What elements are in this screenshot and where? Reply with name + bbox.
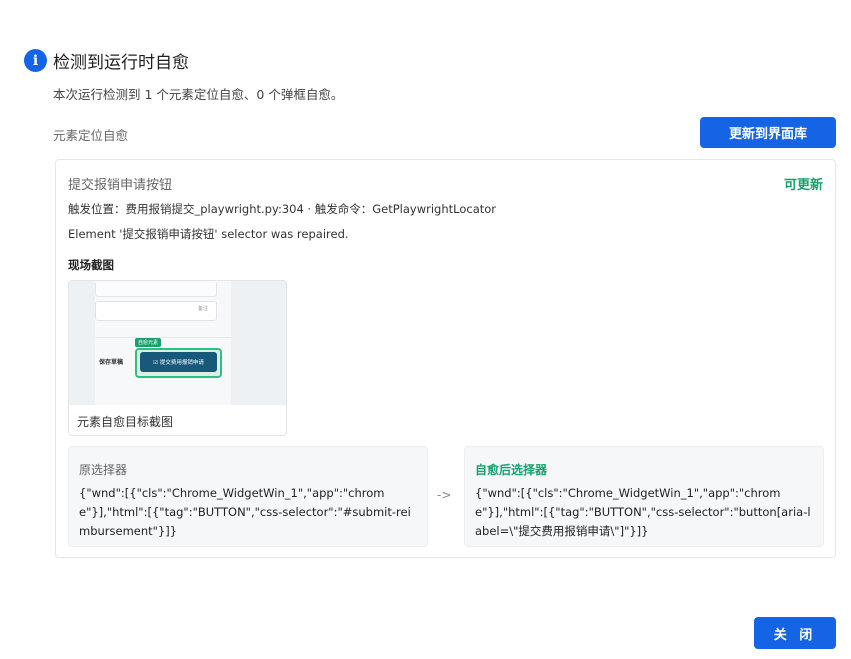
element-name: 提交报销申请按钮 (68, 178, 173, 193)
mini-divider (95, 337, 231, 338)
info-icon: i (24, 49, 47, 72)
healed-selector-panel: 自愈后选择器 {"wnd":[{"cls":"Chrome_WidgetWin_… (464, 446, 824, 547)
original-selector-value: {"wnd":[{"cls":"Chrome_WidgetWin_1","app… (79, 486, 411, 538)
screenshot-heading: 现场截图 (68, 258, 114, 272)
update-to-library-button[interactable]: 更新到界面库 (700, 117, 836, 148)
original-selector-panel: 原选择器 {"wnd":[{"cls":"Chrome_WidgetWin_1"… (68, 446, 428, 547)
mini-input-field (95, 283, 217, 297)
close-button[interactable]: 关 闭 (754, 617, 836, 649)
mini-page-background (95, 281, 231, 405)
healed-selector-label: 自愈后选择器 (475, 463, 548, 477)
trigger-location: 触发位置：费用报销提交_playwright.py:304 · 触发命令：Get… (68, 202, 497, 216)
original-selector-label: 原选择器 (79, 463, 128, 477)
healed-selector-value: {"wnd":[{"cls":"Chrome_WidgetWin_1","app… (475, 486, 811, 538)
healing-record-card: 提交报销申请按钮 可更新 触发位置：费用报销提交_playwright.py:3… (55, 159, 836, 558)
dialog-header: i 检测到运行时自愈 (24, 48, 189, 73)
screenshot-image: 备注 保存草稿 自愈元素 ☑ 提交费用报销申请 (69, 281, 286, 405)
arrow-indicator: -> (437, 488, 452, 502)
section-label: 元素定位自愈 (53, 128, 129, 143)
mini-healed-tag: 自愈元素 (135, 338, 162, 347)
screenshot-caption: 元素自愈目标截图 (77, 415, 174, 429)
mini-save-draft-label: 保存草稿 (99, 359, 124, 366)
mini-submit-button: ☑ 提交费用报销申请 (140, 352, 217, 372)
mini-note-label: 备注 (198, 306, 209, 312)
screenshot-thumbnail[interactable]: 备注 保存草稿 自愈元素 ☑ 提交费用报销申请 元素自愈目标截图 (68, 280, 287, 436)
repair-message: Element '提交报销申请按钮' selector was repaired… (68, 227, 349, 241)
dialog-title: 检测到运行时自愈 (53, 53, 189, 73)
status-badge: 可更新 (783, 178, 823, 193)
detection-summary: 本次运行检测到 1 个元素定位自愈、0 个弹框自愈。 (53, 87, 344, 102)
